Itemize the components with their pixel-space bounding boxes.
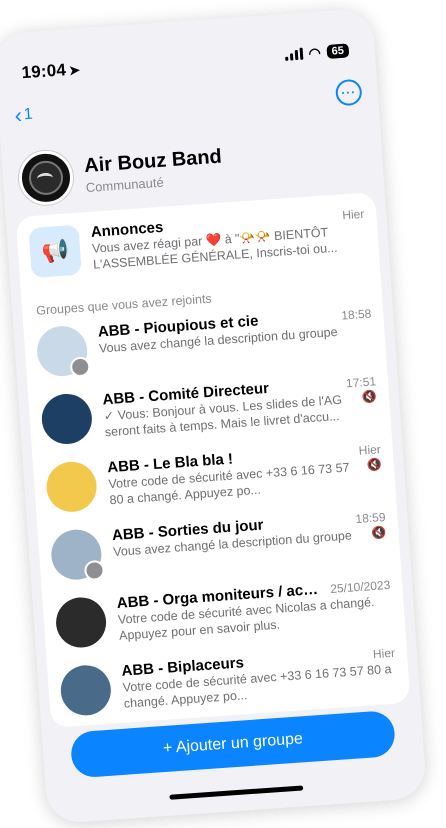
groups-card: 📢 Annonces Hier Vous avez réagi par ❤️ à… [15,191,411,728]
more-options-icon[interactable]: ··· [334,78,363,107]
muted-icon: 🔇 [371,524,388,540]
battery-icon: 65 [326,43,350,59]
status-time: 19:04 ➤ [21,59,81,83]
cellular-signal-icon [284,47,303,61]
group-time: 17:51 [345,374,377,391]
muted-icon: 🔇 [361,389,378,405]
group-avatar [54,595,108,650]
clock: 19:04 [20,60,67,83]
back-button[interactable]: ‹ 1 [13,102,34,128]
group-time: 18:59 [355,510,386,527]
section-header: Groupes que vous avez rejoints [35,291,213,318]
community-header[interactable]: Air Bouz Band Communauté [17,129,368,207]
group-time: Hier [372,645,396,662]
group-avatar [59,663,113,718]
group-avatar [40,392,94,446]
announcements-time: Hier [341,206,365,223]
nav-bar: ‹ 1 ··· [13,75,363,133]
status-icons: ◠ 65 [284,42,350,63]
group-row[interactable]: ABB - Orga moniteurs / acco... 25/10/2023… [54,576,393,650]
status-badge-icon [83,559,106,582]
group-avatar [44,460,99,514]
wifi-icon: ◠ [307,43,322,61]
group-row[interactable]: ABB - Sorties du jour 18:59 Vous avez chan… [49,508,389,582]
back-count: 1 [23,105,34,124]
group-time: Hier [358,442,382,458]
muted-icon: 🔇 [366,457,383,473]
add-group-label: + Ajouter un groupe [162,730,304,758]
chevron-left-icon: ‹ [13,102,23,128]
announcements-avatar: 📢 [28,224,82,279]
group-row[interactable]: ABB - Comité Directeur 17:51 ✓ Vous: Bonjo… [40,372,379,446]
home-indicator [169,785,304,800]
status-badge-icon [69,356,91,378]
group-avatar [35,324,91,378]
group-avatar [49,527,106,582]
group-time: 18:58 [340,306,372,323]
location-arrow-icon: ➤ [68,62,81,78]
phone-screen: 19:04 ➤ ◠ 65 ‹ 1 ··· Air Bouz Band Commun… [0,7,428,825]
group-row[interactable]: ABB - Biplaceurs Hier Votre code de sécuri… [59,644,398,718]
group-row[interactable]: ABB - Le Bla bla ! Hier Votre code de sécu… [44,440,384,514]
community-avatar [17,149,75,207]
announcements-row[interactable]: 📢 Annonces Hier Vous avez réagi par ❤️ à… [28,205,367,279]
megaphone-icon: 📢 [40,237,70,265]
group-row[interactable]: ABB - Pioupious et cie 18:58 Vous avez cha… [35,305,374,378]
